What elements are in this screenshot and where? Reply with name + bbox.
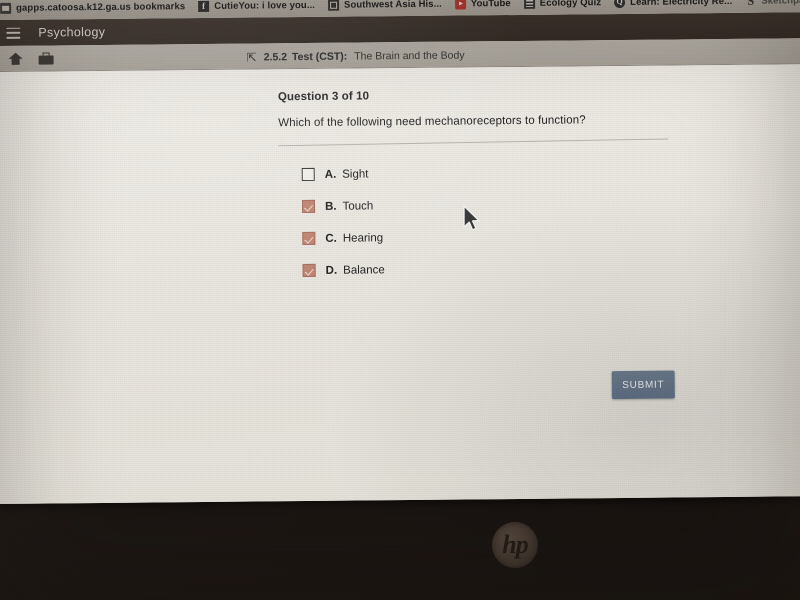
question-block: Question 3 of 10 Which of the following … bbox=[278, 87, 680, 296]
answer-option-a[interactable]: A. Sight bbox=[301, 164, 679, 182]
answer-text: Hearing bbox=[342, 231, 384, 245]
bookmark-item[interactable]: gapps.catoosa.k12.ga.us bookmarks bbox=[0, 1, 185, 14]
hp-logo: hp bbox=[492, 522, 538, 568]
bookmark-label: Southwest Asia His... bbox=[343, 0, 442, 11]
bookmark-label: Sketchpad 5.1 - Dra... bbox=[761, 0, 800, 7]
answer-letter: B. bbox=[324, 200, 337, 213]
breadcrumb: ⇱ 2.5.2 Test (CST): The Brain and the Bo… bbox=[247, 47, 465, 64]
bookmark-label: YouTube bbox=[470, 0, 511, 9]
sketchpad-icon: S bbox=[747, 0, 755, 8]
hamburger-menu-icon[interactable] bbox=[6, 27, 21, 39]
bookmark-item[interactable]: f CutieYou: i love you... bbox=[198, 0, 315, 12]
answer-label-b: B. Touch bbox=[325, 200, 373, 212]
checkbox-a[interactable] bbox=[301, 167, 315, 182]
checkbox-d[interactable] bbox=[302, 263, 316, 278]
bookmark-item[interactable]: Q Learn: Electricity Re... bbox=[614, 0, 732, 8]
up-arrow-icon[interactable]: ⇱ bbox=[247, 50, 257, 64]
screen-content: gapps.catoosa.k12.ga.us bookmarks f Cuti… bbox=[0, 0, 800, 504]
answer-option-d[interactable]: D. Balance bbox=[302, 260, 680, 278]
bookmark-item[interactable]: Ecology Quiz bbox=[523, 0, 602, 9]
assignment-type: Test (CST): bbox=[291, 50, 348, 63]
bookmark-label: CutieYou: i love you... bbox=[214, 0, 316, 12]
divider bbox=[278, 138, 669, 147]
bookmark-item[interactable]: YouTube bbox=[454, 0, 511, 10]
question-prompt: Which of the following need mechanorecep… bbox=[278, 114, 586, 130]
course-title: Psychology bbox=[38, 24, 106, 40]
bookmark-label: Learn: Electricity Re... bbox=[630, 0, 733, 8]
document-icon bbox=[327, 0, 340, 11]
answer-letter: A. bbox=[324, 168, 337, 181]
folder-icon bbox=[0, 2, 12, 14]
facebook-icon: f bbox=[198, 0, 210, 12]
bookmark-item[interactable]: S Sketchpad 5.1 - Dra... bbox=[745, 0, 800, 8]
answer-text: Sight bbox=[342, 167, 369, 181]
laptop-bottom-bezel: hp bbox=[0, 504, 800, 600]
checkbox-b[interactable] bbox=[301, 199, 316, 214]
answer-option-c[interactable]: C. Hearing bbox=[302, 228, 679, 246]
quizlet-icon: Q bbox=[614, 0, 626, 8]
quiz-page: Question 3 of 10 Which of the following … bbox=[0, 64, 800, 504]
answer-letter: C. bbox=[325, 232, 337, 245]
answer-label-a: A. Sight bbox=[325, 168, 369, 180]
list-icon bbox=[523, 0, 535, 9]
assignment-title: The Brain and the Body bbox=[354, 48, 465, 63]
answer-text: Touch bbox=[342, 199, 374, 213]
answer-choices: A. Sight B. Touch C. Hearing D. Balance bbox=[301, 164, 680, 278]
briefcase-icon[interactable] bbox=[39, 52, 54, 64]
answer-letter: D. bbox=[325, 264, 338, 277]
question-counter: Question 3 of 10 bbox=[277, 90, 370, 104]
home-icon[interactable] bbox=[9, 52, 23, 64]
bookmark-label: gapps.catoosa.k12.ga.us bookmarks bbox=[16, 0, 186, 14]
submit-button[interactable]: SUBMIT bbox=[611, 370, 675, 400]
bookmark-label: Ecology Quiz bbox=[539, 0, 602, 9]
bookmark-item[interactable]: Southwest Asia His... bbox=[327, 0, 442, 11]
answer-text: Balance bbox=[343, 263, 385, 277]
lesson-number: 2.5.2 bbox=[263, 50, 288, 63]
checkbox-c[interactable] bbox=[302, 231, 316, 246]
answer-label-c: C. Hearing bbox=[325, 232, 383, 245]
answer-option-b[interactable]: B. Touch bbox=[301, 196, 679, 214]
laptop-photo: gapps.catoosa.k12.ga.us bookmarks f Cuti… bbox=[0, 0, 800, 600]
answer-label-d: D. Balance bbox=[326, 264, 385, 277]
youtube-icon bbox=[454, 0, 466, 10]
